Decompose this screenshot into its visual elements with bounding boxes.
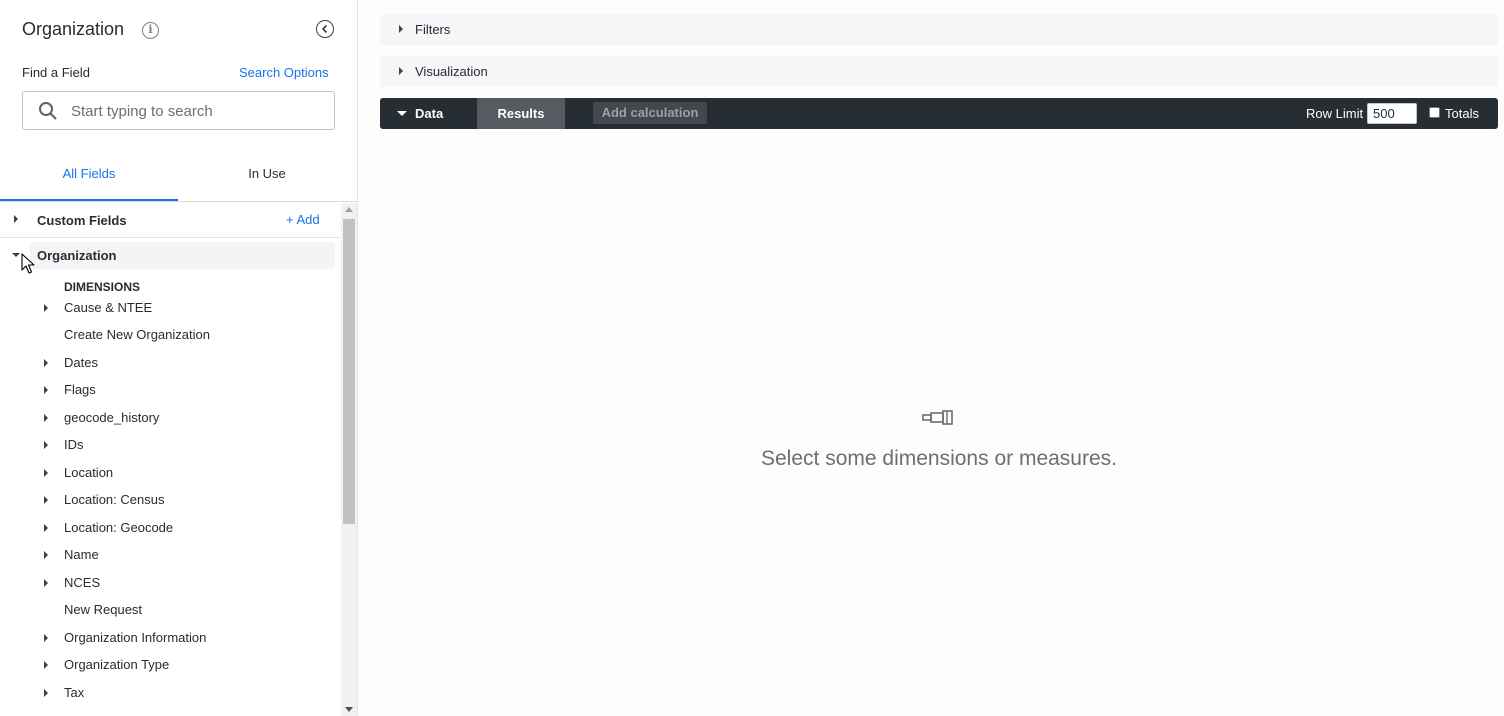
mouse-cursor-icon xyxy=(21,253,35,274)
caret-right-icon xyxy=(44,524,48,532)
field-group-item[interactable]: Location: Geocode xyxy=(0,514,341,541)
field-group-label: Flags xyxy=(64,382,96,397)
scroll-up-arrow-icon[interactable] xyxy=(345,207,353,212)
field-group-item[interactable]: NCES xyxy=(0,569,341,596)
caret-right-icon xyxy=(44,414,48,422)
field-group-item[interactable]: Tax xyxy=(0,679,341,706)
caret-right-icon xyxy=(44,469,48,477)
field-group-label: Organization Information xyxy=(64,630,207,645)
scrollbar-thumb[interactable] xyxy=(343,219,355,524)
field-tree-scrollbar[interactable] xyxy=(341,203,357,716)
field-group-item[interactable]: Location: Census xyxy=(0,486,341,513)
scroll-down-arrow-icon[interactable] xyxy=(345,707,353,712)
field-group-label: Name xyxy=(64,547,99,562)
field-group-item[interactable]: Organization Information xyxy=(0,624,341,651)
visualization-label: Visualization xyxy=(415,64,488,79)
field-group-label: Cause & NTEE xyxy=(64,300,153,315)
search-icon xyxy=(39,102,57,120)
field-group-item[interactable]: Name xyxy=(0,541,341,568)
field-group-label: Organization Type xyxy=(64,657,170,672)
search-input[interactable] xyxy=(71,101,321,121)
row-limit-label: Row Limit xyxy=(1306,106,1364,121)
field-group-label: Tax xyxy=(64,685,85,700)
field-tabs: All Fields In Use xyxy=(0,155,357,202)
visualization-section[interactable]: Visualization xyxy=(380,56,1498,87)
field-item[interactable]: New Request xyxy=(0,596,341,623)
find-field-label: Find a Field xyxy=(22,65,90,80)
add-calculation-button[interactable]: Add calculation xyxy=(593,102,707,124)
caret-down-icon xyxy=(12,253,20,257)
search-options-link[interactable]: Search Options xyxy=(239,65,329,80)
caret-right-icon xyxy=(44,661,48,669)
field-group-label: Dates xyxy=(64,355,98,370)
organization-view-label: Organization xyxy=(37,248,117,263)
caret-right-icon xyxy=(44,496,48,504)
caret-right-icon xyxy=(44,304,48,312)
caret-right-icon xyxy=(44,634,48,642)
info-icon[interactable]: i xyxy=(142,22,159,39)
field-search-box[interactable] xyxy=(22,91,335,130)
row-limit-input[interactable] xyxy=(1367,103,1417,124)
field-label: New Request xyxy=(64,602,143,617)
caret-right-icon xyxy=(399,67,403,75)
field-group-item[interactable]: geocode_history xyxy=(0,404,341,431)
caret-right-icon xyxy=(44,359,48,367)
caret-right-icon xyxy=(44,386,48,394)
empty-state-message: Select some dimensions or measures. xyxy=(761,447,1117,470)
field-group-label: Location: Geocode xyxy=(64,520,174,535)
field-group-label: Location: Census xyxy=(64,492,165,507)
organization-view-row[interactable]: Organization xyxy=(0,242,341,269)
caret-right-icon xyxy=(44,551,48,559)
tab-results[interactable]: Results xyxy=(477,98,565,129)
field-item[interactable]: Create New Organization xyxy=(0,321,341,348)
filters-label: Filters xyxy=(415,22,451,37)
caret-right-icon xyxy=(14,215,18,223)
caret-right-icon xyxy=(44,441,48,449)
field-group-label: NCES xyxy=(64,575,101,590)
caret-right-icon xyxy=(399,25,403,33)
field-label: Create New Organization xyxy=(64,327,210,342)
data-section-toggle[interactable]: Data xyxy=(415,106,443,121)
field-group-item[interactable]: IDs xyxy=(0,431,341,458)
field-group-item[interactable]: Flags xyxy=(0,376,341,403)
totals-checkbox[interactable] xyxy=(1429,107,1440,118)
caret-right-icon xyxy=(44,579,48,587)
custom-fields-row[interactable]: Custom Fields + Add xyxy=(0,203,341,238)
tab-all-fields[interactable]: All Fields xyxy=(0,155,178,201)
field-group-label: IDs xyxy=(64,437,84,452)
add-custom-field-button[interactable]: + Add xyxy=(286,212,320,227)
caret-right-icon xyxy=(44,689,48,697)
collapse-panel-icon[interactable] xyxy=(316,20,334,38)
caret-down-icon[interactable] xyxy=(397,111,407,116)
field-group-item[interactable]: Cause & NTEE xyxy=(0,294,341,321)
field-group-item[interactable]: Location xyxy=(0,459,341,486)
telescope-icon xyxy=(922,410,953,425)
filters-section[interactable]: Filters xyxy=(380,14,1498,45)
field-picker-panel: Organization i Find a Field Search Optio… xyxy=(0,0,358,716)
explore-title: Organization xyxy=(22,19,125,39)
field-group-label: Location xyxy=(64,465,114,480)
tab-in-use[interactable]: In Use xyxy=(178,155,356,201)
custom-fields-label: Custom Fields xyxy=(37,213,127,228)
field-group-item[interactable]: Dates xyxy=(0,349,341,376)
field-tree: Custom Fields + Add Organization DIMENSI… xyxy=(0,203,341,716)
data-toolbar: Data Results Add calculation Row Limit T… xyxy=(380,98,1498,129)
dimensions-header: DIMENSIONS xyxy=(64,280,141,294)
field-group-item[interactable]: Organization Type xyxy=(0,651,341,678)
field-group-label: geocode_history xyxy=(64,410,160,425)
totals-label: Totals xyxy=(1445,106,1479,121)
